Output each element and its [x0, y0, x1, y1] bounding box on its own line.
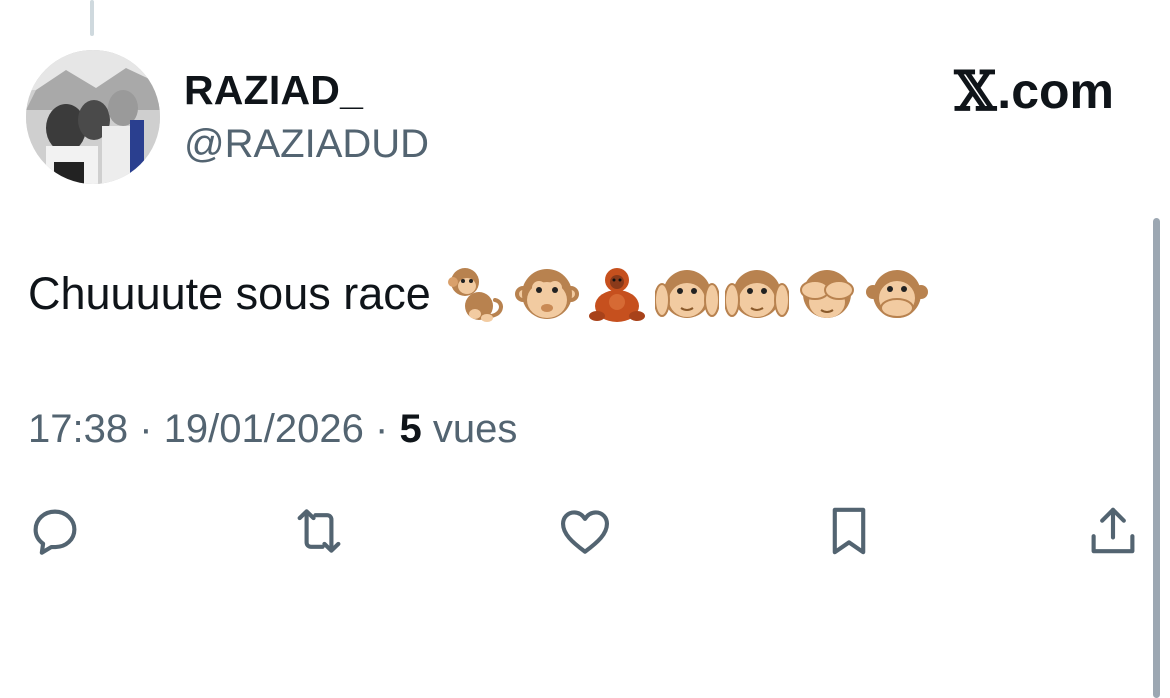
- scrollbar[interactable]: [1153, 218, 1160, 698]
- x-com-brand: 𝕏 .com: [954, 62, 1114, 120]
- emoji-group: [445, 262, 929, 326]
- brand-domain: .com: [997, 63, 1114, 119]
- reply-icon: [33, 509, 77, 555]
- hear-no-evil-emoji-icon: [724, 270, 789, 318]
- meta-separator: ·: [139, 407, 153, 451]
- retweet-icon: [297, 509, 341, 553]
- share-button[interactable]: [1082, 500, 1144, 562]
- monkey-emoji-icon: [447, 268, 503, 322]
- hear-no-evil-emoji-icon: [654, 270, 719, 318]
- monkey-face-emoji-icon: [514, 269, 579, 319]
- views-count: 5: [399, 407, 422, 451]
- tweet-meta: 17:38 · 19/01/2026 · 5 vues: [28, 404, 517, 454]
- views-label: vues: [432, 407, 518, 451]
- display-name[interactable]: RAZIAD_: [184, 66, 363, 114]
- user-handle[interactable]: @RAZIADUD: [184, 120, 429, 168]
- tweet-text: Chuuuute sous race: [28, 262, 929, 326]
- meta-separator: ·: [375, 407, 389, 451]
- tweet-text-body: Chuuuute sous race: [28, 268, 431, 319]
- orangutan-emoji-icon: [588, 268, 645, 322]
- reply-button[interactable]: [24, 500, 86, 562]
- avatar-photo: [26, 50, 160, 184]
- share-icon: [1091, 507, 1135, 554]
- speak-no-evil-emoji-icon: [865, 270, 928, 318]
- heart-icon: [560, 510, 610, 554]
- bookmark-icon: [832, 507, 866, 555]
- like-button[interactable]: [554, 500, 616, 562]
- avatar[interactable]: [26, 50, 160, 184]
- see-no-evil-emoji-icon: [799, 270, 854, 318]
- tweet-date[interactable]: 19/01/2026: [164, 407, 364, 451]
- retweet-button[interactable]: [288, 500, 350, 562]
- tweet-time[interactable]: 17:38: [28, 407, 128, 451]
- thread-connector-line: [90, 0, 94, 36]
- bookmark-button[interactable]: [818, 500, 880, 562]
- x-logo-icon: 𝕏: [954, 59, 997, 123]
